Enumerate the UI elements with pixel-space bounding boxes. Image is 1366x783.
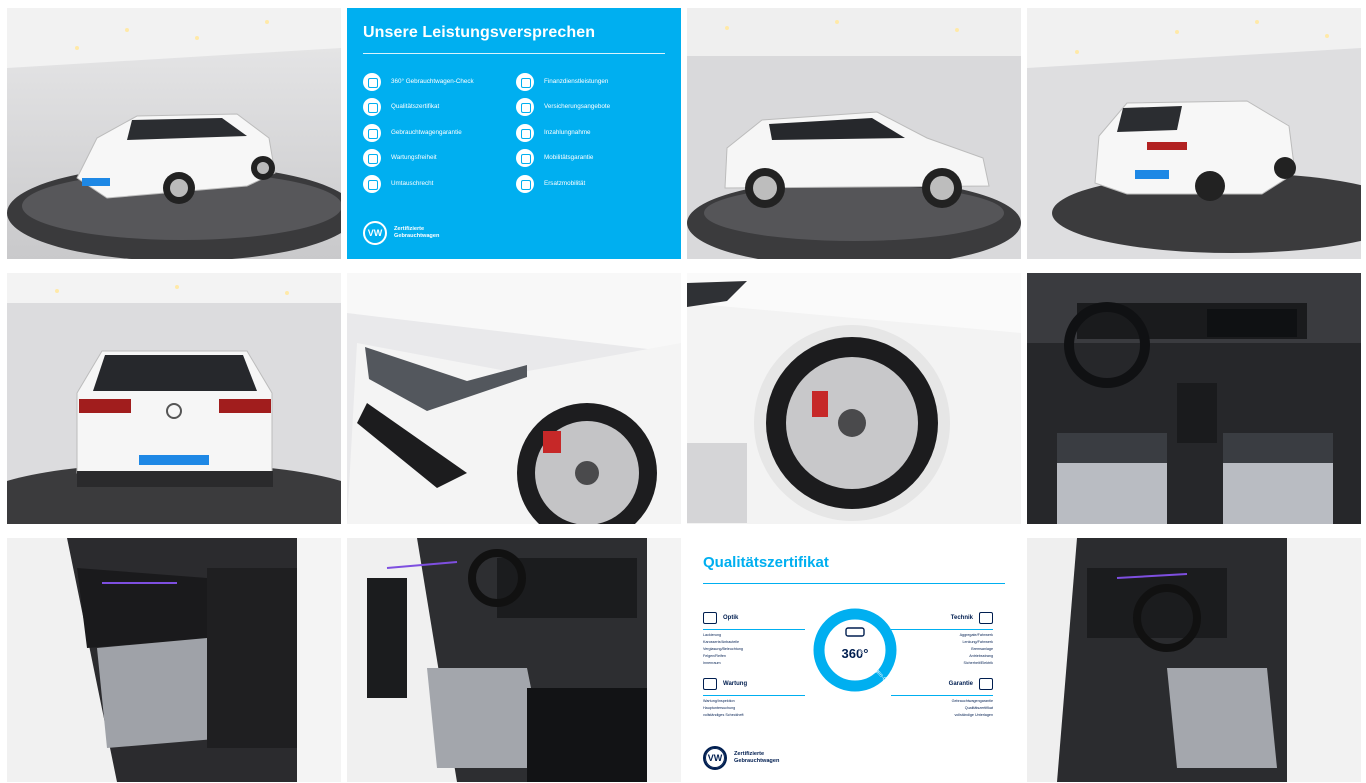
promises-title: Unsere Leistungsversprechen [363,24,596,41]
optik-item: Lackierung [703,633,722,637]
optik-item: Verglasung/Beleuchtung [703,647,743,651]
promise-item: Inzahlungnahme [516,120,665,146]
driver-area-photo [1027,538,1361,782]
photo-gallery-grid: Unsere Leistungsversprechen 360° Gebrauc… [7,8,1361,782]
promise-item: Umtauschrecht [363,171,512,197]
car-side-photo [687,8,1021,259]
technik-title: Technik [950,615,973,621]
garantie-group: Garantie Gebrauchtwagengarantie Qualität… [891,676,993,719]
promise-item: Wartungsfreiheit [363,146,512,172]
wheel-detail-photo [687,273,1021,524]
promise-label: Mobilitätsgarantie [544,154,594,162]
car-rear-photo [7,273,341,524]
gallery-photo-driver-area[interactable] [1027,538,1361,782]
check-360-ring: 360° Gebrauchtwagen-Check [813,608,897,692]
gallery-photo-side[interactable] [687,8,1021,259]
certificate-title: Qualitätszertifikat [703,554,829,571]
optik-item: Karosserie/Anbauteile [703,640,740,644]
brand-line-1: Zertifizierte [734,751,765,758]
certificate-divider [703,583,1005,584]
promises-left-list: 360° Gebrauchtwagen-Check Qualitätszerti… [363,69,512,197]
finance-icon [516,72,534,91]
promise-item: Mobilitätsgarantie [516,146,665,172]
gallery-photo-wheel[interactable] [687,273,1021,524]
mobility-icon [516,149,534,168]
promise-label: Inzahlungnahme [544,128,591,136]
cockpit-photo [1027,273,1361,524]
gallery-photo-cockpit[interactable] [1027,273,1361,524]
certified-used-cars-badge: VW Zertifizierte Gebrauchtwagen [703,746,779,770]
technik-item: Bremsanlage [971,647,993,651]
promise-item: Finanzdienstleistungen [516,69,665,95]
promise-label: Qualitätszertifikat [391,103,440,111]
front-seats-photo [347,538,681,782]
check-360-icon [363,72,381,91]
promise-item: Versicherungsangebote [516,95,665,121]
optik-item: Innenraum [703,661,721,665]
gallery-photo-front-seats[interactable] [347,538,681,782]
vw-logo-icon: VW [703,746,727,770]
brand-line-1: Zertifizierte [394,226,425,233]
technik-item: Lenkung/Fahrwerk [962,640,993,644]
vw-logo-icon: VW [363,221,387,245]
technik-item: Sicherheit/Elektrik [963,661,993,665]
wrench-icon [363,149,381,168]
wartung-item: Hauptuntersuchung [703,706,736,710]
car-rear-right-photo [1027,8,1361,259]
wartung-group: Wartung Wartung/Inspektion Hauptuntersuc… [703,676,805,719]
replacement-car-icon [516,174,534,193]
garantie-title: Garantie [948,681,973,687]
promise-label: Wartungsfreiheit [391,154,437,162]
gallery-photo-headlight[interactable] [347,273,681,524]
garantie-item: Qualitätszertifikat [964,706,993,710]
certificate-icon [363,98,381,117]
headlight-detail-photo [347,273,681,524]
promise-item: Qualitätszertifikat [363,95,512,121]
promise-item: 360° Gebrauchtwagen-Check [363,69,512,95]
service-icon [703,678,717,690]
gallery-photo-rear-right[interactable] [1027,8,1361,259]
car-body-icon [703,612,717,624]
quality-certificate-card[interactable]: Qualitätszertifikat Optik Lackierung Kar… [687,538,1021,782]
promises-right-list: Finanzdienstleistungen Versicherungsange… [516,69,665,197]
promise-label: Ersatzmobilität [544,179,586,187]
certified-used-cars-badge: VW Zertifizierte Gebrauchtwagen [363,221,439,245]
key-icon [516,123,534,142]
promise-item: Ersatzmobilität [516,171,665,197]
promise-label: Umtauschrecht [391,179,434,187]
promise-label: Versicherungsangebote [544,103,611,111]
promise-label: Finanzdienstleistungen [544,77,609,85]
shield-icon [363,123,381,142]
promise-item: Gebrauchtwagengarantie [363,120,512,146]
gallery-photo-rear[interactable] [7,273,341,524]
promises-divider [363,53,665,54]
brand-line-2: Gebrauchtwagen [734,758,780,764]
wartung-item: Wartung/Inspektion [703,699,735,703]
technik-item: Antriebsstrang [969,654,993,658]
technik-group: Technik Aggregate/Fahrwerk Lenkung/Fahrw… [891,610,993,667]
brand-line-2: Gebrauchtwagen [394,233,440,239]
garantie-item: Gebrauchtwagengarantie [951,699,993,703]
rear-seats-photo [7,538,341,782]
exchange-icon [363,174,381,193]
car-front-left-photo [7,8,341,259]
gallery-photo-front-left[interactable] [7,8,341,259]
promise-label: Gebrauchtwagengarantie [391,128,462,136]
insurance-icon [516,98,534,117]
shield-check-icon [979,678,993,690]
optik-item: Felgen/Reifen [703,654,726,658]
promise-label: 360° Gebrauchtwagen-Check [391,77,474,85]
optik-group: Optik Lackierung Karosserie/Anbauteile V… [703,610,805,667]
technik-item: Aggregate/Fahrwerk [959,633,993,637]
wartung-item: vollständiges Scheckheft [703,713,744,717]
optik-title: Optik [723,615,739,621]
car-check-icon [979,612,993,624]
service-promises-card[interactable]: Unsere Leistungsversprechen 360° Gebrauc… [347,8,681,259]
gallery-photo-rear-seats[interactable] [7,538,341,782]
wartung-title: Wartung [723,681,748,687]
garantie-item: vollständige Unterlagen [954,713,993,717]
